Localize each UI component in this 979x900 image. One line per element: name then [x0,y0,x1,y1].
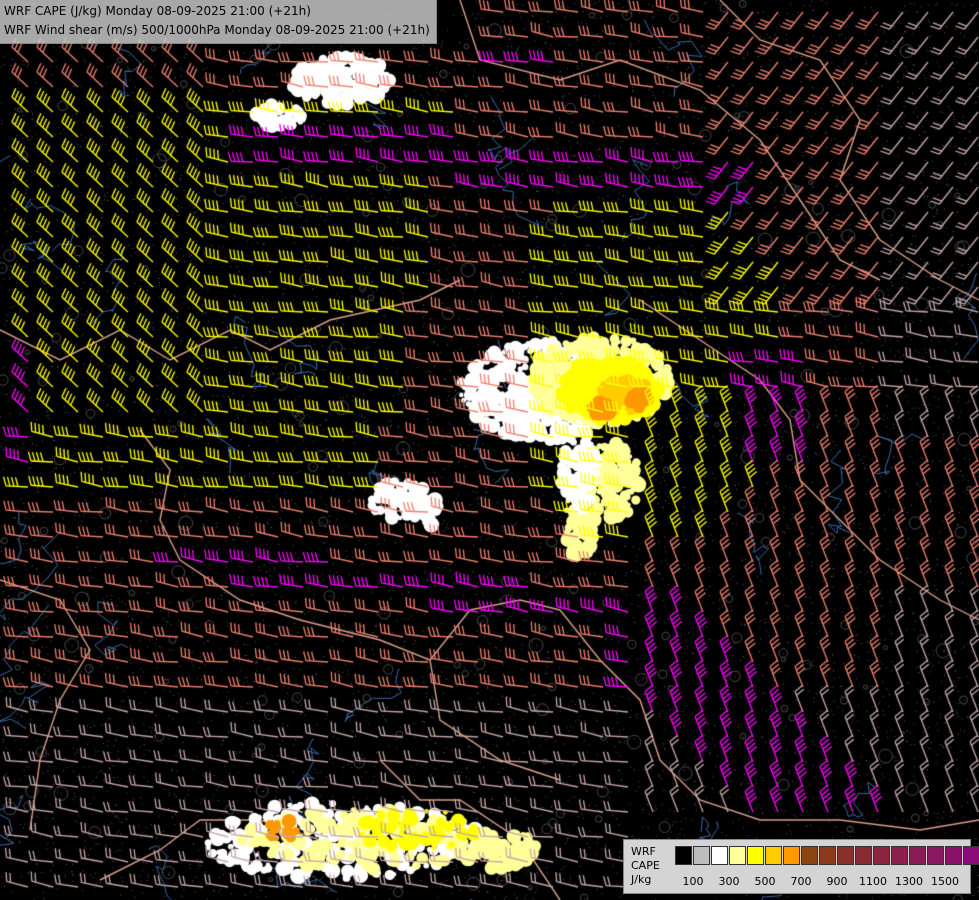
legend-tick-label: 100 [682,875,704,888]
legend-swatch [765,846,782,865]
legend-swatch [801,846,818,865]
legend-swatch [783,846,800,865]
cape-color-legend: WRF CAPE J/kg 100 300 500 700 900 1100 1300 150… [623,839,979,894]
legend-tick-label: 1500 [931,875,959,888]
title-line-shear: WRF Wind shear (m/s) 500/1000hPa Monday … [4,23,430,37]
legend-swatch [927,846,944,865]
legend-swatch [945,846,962,865]
legend-model: WRF [631,845,656,858]
title-line-cape: WRF CAPE (J/kg) Monday 08-09-2025 21:00 … [4,4,311,18]
legend-swatches [675,846,979,865]
weather-map-canvas [0,0,979,900]
legend-tick-label: 300 [718,875,740,888]
map-title: WRF CAPE (J/kg) Monday 08-09-2025 21:00 … [0,0,437,44]
legend-swatch [855,846,872,865]
legend-swatch [819,846,836,865]
legend-swatch [891,846,908,865]
legend-tick-label: 1300 [895,875,923,888]
legend-field: CAPE [631,859,660,872]
legend-swatch [693,846,710,865]
legend-ticks: 100 300 500 700 900 1100 1300 1500 [624,875,970,889]
legend-swatch [729,846,746,865]
legend-swatch [963,846,979,865]
legend-tick-label: 700 [790,875,812,888]
legend-tick-label: 500 [754,875,776,888]
legend-tick-label: 900 [826,875,848,888]
legend-swatch [837,846,854,865]
legend-swatch [747,846,764,865]
legend-swatch [711,846,728,865]
legend-swatch [873,846,890,865]
legend-tick-label: 1100 [859,875,887,888]
legend-swatch [675,846,692,865]
legend-swatch [909,846,926,865]
